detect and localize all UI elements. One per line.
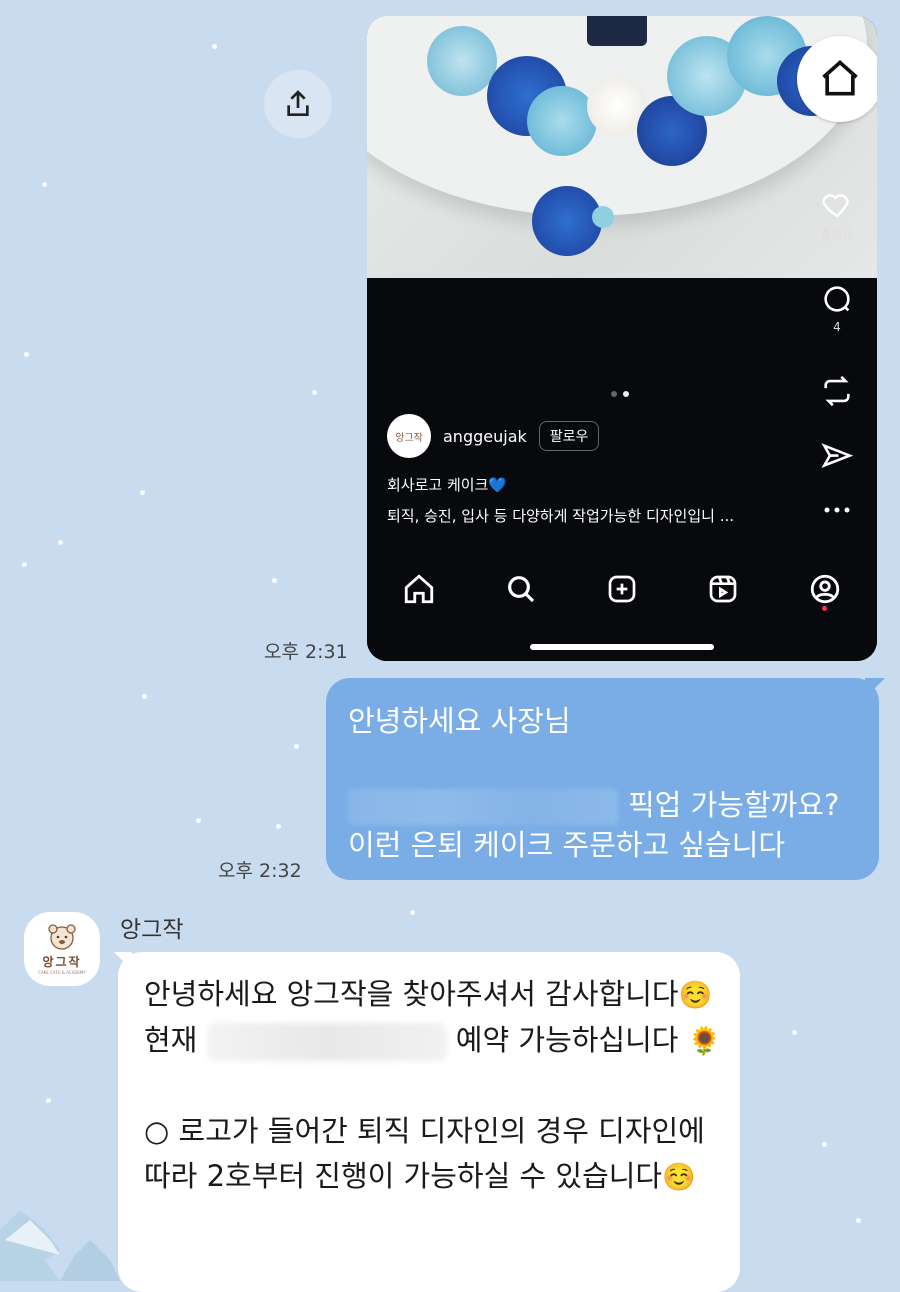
message-line: 안녕하세요 사장님 — [348, 704, 571, 738]
message-line: 픽업 가능할까요? — [348, 784, 839, 827]
search-tab-icon[interactable] — [505, 573, 537, 605]
home-icon — [822, 60, 858, 96]
comment-button[interactable]: 4 — [815, 282, 859, 334]
repost-button[interactable] — [815, 374, 859, 408]
home-indicator — [530, 644, 714, 650]
timestamp: 오후 2:32 — [218, 860, 302, 882]
smile-emoji: ☺️ — [678, 980, 713, 1011]
redacted-text — [206, 1023, 447, 1061]
post-caption-line1: 회사로고 케이크💙 — [387, 476, 508, 494]
like-label: 좋아요 — [820, 228, 854, 242]
outgoing-message-bubble[interactable]: 안녕하세요 사장님 픽업 가능할까요? 이런 은퇴 케이크 주문하고 싶습니다 — [326, 678, 885, 880]
smile-emoji: ☺️ — [662, 1162, 696, 1193]
follow-button[interactable]: 팔로우 — [538, 421, 600, 451]
notification-dot — [822, 606, 827, 611]
sender-name: 앙그작 — [120, 917, 184, 943]
timestamp: 오후 2:31 — [264, 641, 348, 663]
comment-count: 4 — [833, 320, 841, 334]
post-caption-line2[interactable]: 퇴직, 승진, 입사 등 다양하게 작업가능한 디자인입니 ... — [387, 505, 734, 526]
like-button[interactable]: 좋아요 — [815, 186, 859, 243]
home-tab-icon[interactable] — [402, 572, 436, 606]
more-icon — [824, 507, 850, 513]
more-button[interactable] — [815, 500, 859, 520]
shared-post-card[interactable]: 좋아요 4 앙그작 anggeujak 팔로우 회사로고 케이크💙 퇴직, 승진… — [367, 16, 877, 661]
share-icon — [287, 90, 309, 116]
send-button[interactable] — [815, 440, 859, 474]
post-username[interactable]: anggeujak — [443, 427, 527, 446]
incoming-message-bubble[interactable]: 안녕하세요 앙그작을 찾아주셔서 감사합니다☺️ 현재 예약 가능하십니다 🌻 … — [114, 952, 740, 1292]
home-button[interactable] — [797, 36, 877, 122]
message-line: 이런 은퇴 케이크 주문하고 싶습니다 — [348, 828, 786, 862]
reels-tab-icon[interactable] — [707, 573, 739, 605]
message-text: 안녕하세요 앙그작을 찾아주셔서 감사합니다☺️ 현재 예약 가능하십니다 🌻 … — [144, 977, 722, 1193]
carousel-indicator — [611, 391, 629, 397]
add-post-icon[interactable] — [606, 573, 638, 605]
sender-avatar[interactable]: 앙그작 CAKE CAFE & ACADEMY — [24, 912, 100, 986]
post-avatar-text: 앙그작 — [395, 432, 423, 444]
sender-avatar-subtext: CAKE CAFE & ACADEMY — [38, 970, 86, 975]
comment-icon — [824, 286, 850, 312]
post-avatar[interactable]: 앙그작 — [387, 414, 431, 458]
send-icon — [821, 443, 854, 468]
share-button[interactable] — [264, 70, 332, 138]
profile-tab-icon[interactable] — [808, 572, 842, 606]
tree-decoration — [0, 1210, 120, 1281]
post-photo — [367, 16, 877, 278]
sunflower-emoji: 🌻 — [687, 1026, 722, 1057]
sender-avatar-text: 앙그작 — [42, 955, 82, 969]
bear-logo-icon — [48, 924, 76, 950]
post-profile[interactable]: 앙그작 anggeujak 팔로우 — [387, 414, 600, 458]
heart-icon — [822, 194, 849, 218]
instagram-tab-bar — [367, 564, 877, 614]
repost-icon — [824, 375, 850, 407]
redacted-text — [348, 789, 618, 825]
